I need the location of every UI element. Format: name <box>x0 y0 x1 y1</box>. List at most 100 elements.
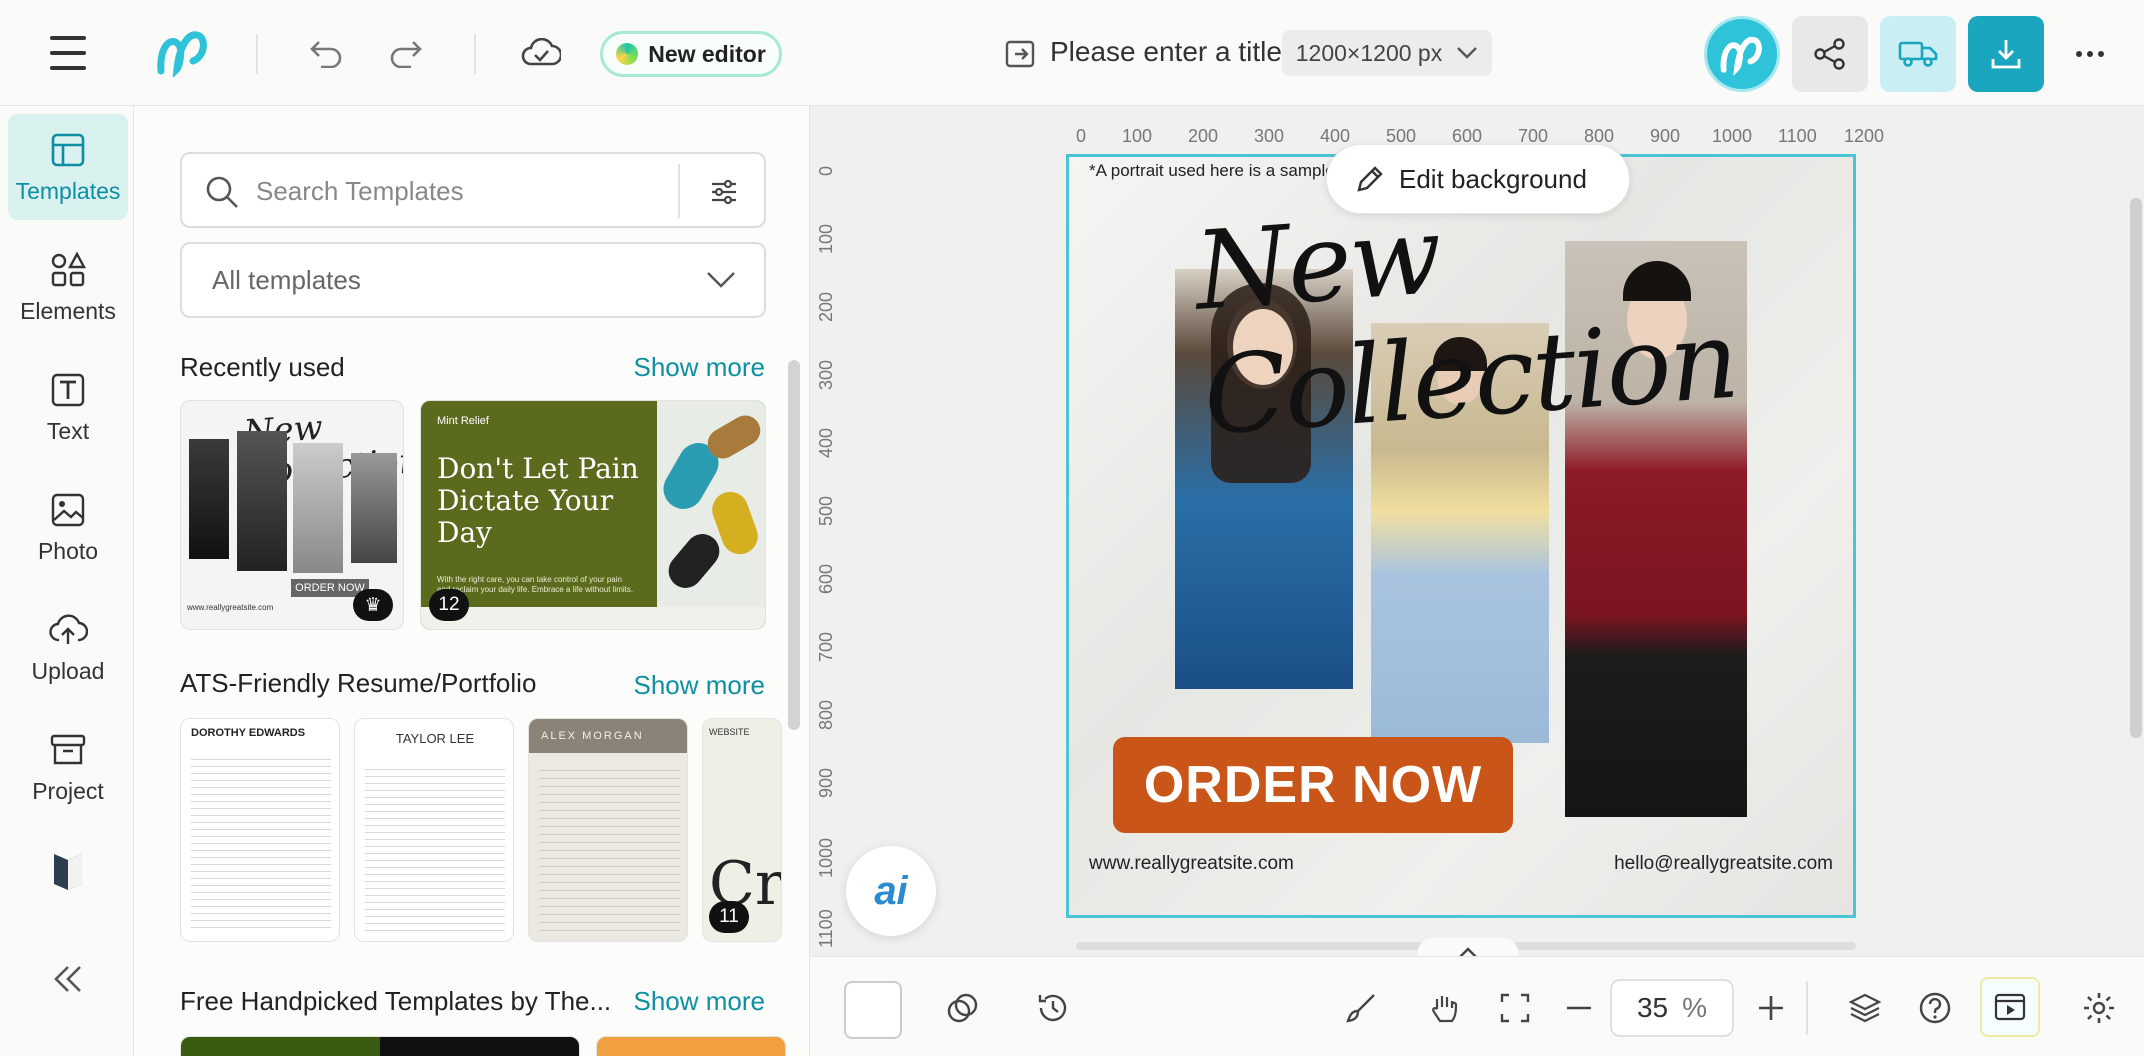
thumb-body: With the right care, you can take contro… <box>437 575 634 595</box>
app-root: New editor Please enter a title. 1200×12… <box>0 0 2144 1056</box>
design-canvas[interactable]: *A portrait used here is a sample image.… <box>1066 154 1856 918</box>
nav-label: Templates <box>15 177 121 204</box>
show-more-handpicked[interactable]: Show more <box>634 986 766 1017</box>
bottom-toolbar: 35 % <box>810 956 2144 1056</box>
chevron-down-icon <box>1457 47 1478 59</box>
print-order-button[interactable] <box>1880 16 1956 92</box>
nav-templates[interactable]: Templates <box>8 114 128 220</box>
nav-photo[interactable]: Photo <box>8 474 128 580</box>
brush-icon[interactable] <box>1336 983 1386 1033</box>
undo-icon[interactable] <box>300 30 352 76</box>
search-divider <box>678 164 680 218</box>
collapse-sidebar-icon[interactable] <box>8 944 128 1014</box>
ruler-tick: 400 <box>816 427 836 458</box>
section-title-resume: ATS-Friendly Resume/Portfolio <box>180 668 537 698</box>
handpicked-template-thumb[interactable] <box>180 1036 580 1056</box>
premium-crown-icon: ♛ <box>353 589 393 621</box>
settings-gear-icon[interactable] <box>2074 983 2124 1033</box>
nav-text[interactable]: Text <box>8 354 128 460</box>
ruler-tick: 800 <box>816 699 836 730</box>
recent-template-thumb[interactable]: New Collection ORDER NOW www.reallygreat… <box>180 400 404 630</box>
show-more-recently-used[interactable]: Show more <box>634 352 766 383</box>
pencil-icon <box>1357 166 1383 192</box>
canvas-workspace[interactable]: 0 100 200 300 400 500 600 700 800 900 10… <box>810 106 2144 956</box>
nav-project[interactable]: Project <box>8 714 128 820</box>
ruler-tick: 200 <box>1188 126 1219 146</box>
title-input[interactable]: Please enter a title. <box>1050 36 1290 68</box>
template-category-select[interactable]: All templates <box>180 242 766 318</box>
more-options-icon[interactable] <box>2052 16 2128 92</box>
zoom-unit: % <box>1682 992 1708 1023</box>
thumb-tag: Mint Relief <box>437 415 489 427</box>
email-text[interactable]: hello@reallygreatsite.com <box>1614 853 1833 875</box>
template-category-value: All templates <box>212 264 361 295</box>
top-bar: New editor Please enter a title. 1200×12… <box>0 0 2144 106</box>
canvas-vertical-scrollbar[interactable] <box>2130 198 2142 738</box>
hamburger-menu-icon[interactable] <box>40 30 96 76</box>
resume-template-thumb[interactable]: TAYLOR LEE <box>354 718 514 942</box>
resume-template-thumb[interactable]: ALEX MORGAN <box>528 718 688 942</box>
resume-template-thumb[interactable]: DOROTHY EDWARDS <box>180 718 340 942</box>
ruler-tick: 100 <box>1122 126 1153 146</box>
ruler-tick: 200 <box>816 291 836 322</box>
section-title-handpicked: Free Handpicked Templates by The... <box>180 986 612 1016</box>
ruler-tick: 1100 <box>816 909 836 948</box>
fit-screen-icon[interactable] <box>1490 983 1540 1033</box>
layers-icon[interactable] <box>1840 983 1890 1033</box>
new-editor-button[interactable]: New editor <box>600 31 782 77</box>
thumb-photo-pills <box>656 401 765 607</box>
ruler-tick: 900 <box>816 767 836 798</box>
app-logo[interactable] <box>150 24 216 80</box>
ai-assistant-button[interactable]: ai <box>846 846 936 936</box>
presentation-mode-button[interactable] <box>1980 977 2040 1037</box>
history-icon[interactable] <box>1028 983 1078 1033</box>
nav-elements[interactable]: Elements <box>8 234 128 340</box>
zoom-in-icon[interactable] <box>1746 983 1796 1033</box>
new-editor-label: New editor <box>648 40 766 67</box>
resume-template-thumb[interactable]: WEBSITE Cr 11 <box>702 718 782 942</box>
user-avatar[interactable] <box>1704 16 1780 92</box>
search-input[interactable] <box>256 168 646 214</box>
hand-pan-icon[interactable] <box>1420 983 1470 1033</box>
panel-scrollbar[interactable] <box>788 360 800 730</box>
ai-label: ai <box>874 868 908 913</box>
ruler-tick: 900 <box>1650 126 1681 146</box>
shape-lasso-icon[interactable] <box>938 983 988 1033</box>
ruler-tick: 600 <box>816 563 836 594</box>
download-button[interactable] <box>1968 16 2044 92</box>
share-icon <box>1814 38 1845 70</box>
thumb-photo <box>189 439 229 559</box>
thumb-photo <box>351 453 397 563</box>
resume-name: TAYLOR LEE <box>395 731 475 746</box>
section-title-recently-used: Recently used <box>180 352 345 382</box>
nav-upload[interactable]: Upload <box>8 594 128 700</box>
zoom-out-icon[interactable] <box>1554 983 1604 1033</box>
handpicked-template-thumb[interactable] <box>596 1036 786 1056</box>
share-button[interactable] <box>1792 16 1868 92</box>
filter-settings-icon[interactable] <box>702 172 746 212</box>
show-more-resume[interactable]: Show more <box>634 670 766 701</box>
nav-label: Text <box>46 417 90 444</box>
nav-bookmark[interactable] <box>8 830 128 910</box>
ruler-tick: 300 <box>1254 126 1285 146</box>
templates-icon <box>51 133 85 166</box>
toolbar-divider <box>1806 981 1808 1035</box>
redo-icon[interactable] <box>380 30 432 76</box>
order-now-button[interactable]: ORDER NOW <box>1113 737 1513 833</box>
canvas-size-selector[interactable]: 1200×1200 px <box>1282 30 1492 76</box>
help-icon[interactable] <box>1910 983 1960 1033</box>
cloud-saved-icon[interactable] <box>514 30 568 76</box>
website-text[interactable]: www.reallygreatsite.com <box>1089 853 1294 875</box>
thumb-heading: Don't Let Pain Dictate Your Day <box>437 452 639 550</box>
download-icon <box>1991 40 2021 69</box>
ruler-tick: 1000 <box>816 837 836 878</box>
zoom-level-input[interactable]: 35 % <box>1610 979 1734 1037</box>
resume-name: ALEX MORGAN <box>529 719 687 753</box>
background-color-swatch[interactable] <box>844 981 902 1039</box>
text-icon <box>51 373 85 406</box>
edit-background-button[interactable]: Edit background <box>1326 144 1630 214</box>
nav-label: Photo <box>37 537 99 564</box>
nav-label: Elements <box>20 297 116 324</box>
recent-template-thumb[interactable]: Mint Relief Don't Let Pain Dictate Your … <box>420 400 766 630</box>
toolbar-divider <box>256 34 258 74</box>
